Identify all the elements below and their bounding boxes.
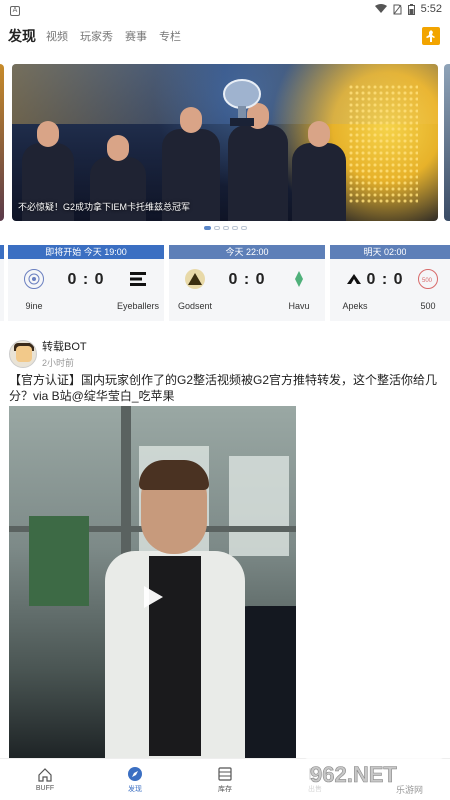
banner-next-slide[interactable] — [444, 64, 450, 221]
carousel-dot[interactable] — [222, 226, 229, 230]
video-player[interactable] — [9, 406, 296, 758]
bottom-nav-discover[interactable]: 发现 — [90, 759, 180, 800]
carousel-dot[interactable] — [213, 226, 220, 230]
player-figure — [228, 103, 288, 221]
post-time: 2小时前 — [42, 358, 75, 368]
home-icon — [38, 768, 52, 782]
match-status-partial — [406, 245, 450, 259]
status-right: 5:52 — [374, 3, 442, 15]
bottom-nav-buff[interactable]: BUFF — [0, 759, 90, 800]
tab-player-show[interactable]: 玩家秀 — [80, 28, 113, 44]
bottom-nav-label: 发现 — [128, 785, 142, 793]
author-name[interactable]: 转载BOT — [42, 338, 87, 354]
background-window — [229, 456, 289, 556]
team-name: 9ine — [25, 301, 43, 311]
match-card[interactable]: 今天 22:00 0 : 0 Godsent Havu — [169, 245, 325, 321]
match-card[interactable]: 即将开始 今天 19:00 0 : 0 9ine Eyeballers — [8, 245, 164, 321]
match-card-partial-right[interactable]: 500 500 — [406, 245, 450, 321]
svg-text:乐游网: 乐游网 — [396, 784, 423, 796]
match-card-partial-left[interactable] — [0, 245, 4, 321]
trophy-icon — [223, 79, 261, 126]
post-header[interactable]: 转载BOT 2小时前 — [9, 338, 87, 369]
carousel-dot-active[interactable] — [203, 226, 211, 230]
banner-previous-slide[interactable] — [0, 64, 4, 221]
carousel-dot[interactable] — [231, 226, 238, 230]
person-hair — [139, 460, 209, 490]
post-text[interactable]: 【官方认证】国内玩家创作了的G2整活视频被G2官方推特转发，这个整活你给几分？v… — [9, 372, 445, 404]
match-schedule-row: 即将开始 今天 19:00 0 : 0 9ine Eyeballers 今天 2… — [0, 245, 450, 321]
site-watermark-logo: 962.NET 乐游网 — [304, 758, 444, 796]
status-bar: A 5:52 — [0, 0, 450, 18]
eyeballers-logo-icon — [128, 269, 148, 289]
background-door — [29, 516, 89, 606]
banner-carousel[interactable]: 不必惊疑！G2成功拿下IEM卡托维兹总冠军 — [0, 64, 450, 224]
inventory-icon — [218, 766, 232, 781]
bottom-nav-label: BUFF — [35, 785, 55, 792]
match-status: 即将开始 今天 19:00 — [8, 245, 164, 259]
wifi-icon — [374, 4, 387, 13]
team-name: Havu — [288, 301, 310, 311]
team-name: Eyeballers — [116, 301, 160, 311]
carousel-indicators — [0, 226, 450, 230]
svg-text:962.NET: 962.NET — [310, 762, 397, 787]
player-figure — [292, 121, 346, 221]
author-info: 转载BOT 2小时前 — [42, 338, 87, 369]
compass-icon — [128, 766, 142, 781]
500-logo-icon: 500 — [418, 269, 438, 289]
top-nav-tabs: 发现 视频 玩家秀 赛事 专栏 — [0, 24, 450, 48]
team-name: Godsent — [177, 301, 213, 311]
tab-discover[interactable]: 发现 — [8, 26, 36, 46]
match-status: 今天 22:00 — [169, 245, 325, 259]
carousel-dot[interactable] — [240, 226, 247, 230]
app-notification-icon: A — [10, 5, 20, 16]
no-sim-icon — [393, 4, 402, 14]
status-time: 5:52 — [420, 3, 442, 15]
tab-video[interactable]: 视频 — [46, 28, 68, 44]
csgo-player-icon[interactable] — [422, 27, 440, 45]
tab-events[interactable]: 赛事 — [125, 28, 147, 44]
banner-caption: 不必惊疑！G2成功拿下IEM卡托维兹总冠军 — [18, 202, 191, 212]
bottom-nav-label: 库存 — [218, 785, 232, 793]
status-left: A — [10, 3, 20, 16]
havu-logo-icon — [289, 269, 309, 289]
team-name: Apeks — [342, 301, 368, 311]
tab-columns[interactable]: 专栏 — [159, 28, 181, 44]
confetti-decoration — [348, 84, 418, 204]
team-name: 500 — [420, 301, 436, 311]
svg-text:500: 500 — [422, 278, 433, 283]
bottom-nav-inventory[interactable]: 库存 — [180, 759, 270, 800]
play-icon[interactable] — [139, 584, 165, 610]
banner-slide[interactable]: 不必惊疑！G2成功拿下IEM卡托维兹总冠军 — [12, 64, 438, 221]
battery-icon — [407, 3, 415, 15]
avatar[interactable] — [9, 339, 37, 368]
